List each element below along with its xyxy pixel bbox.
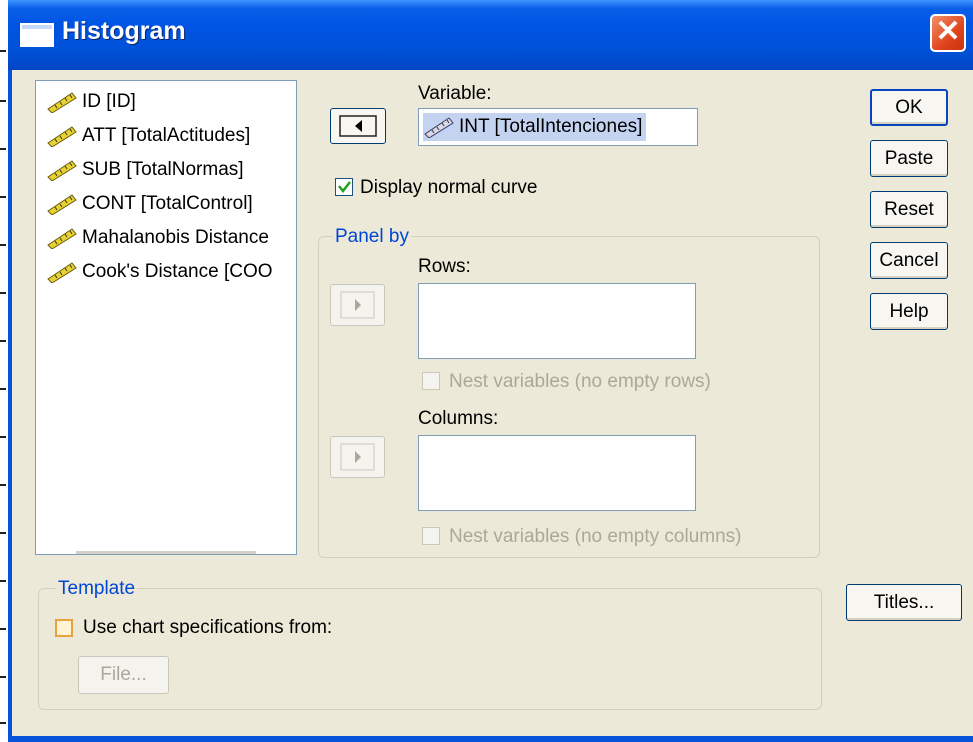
cancel-button[interactable]: Cancel — [870, 242, 948, 279]
columns-field[interactable] — [418, 435, 696, 511]
nest-rows-checkbox[interactable] — [422, 372, 440, 390]
list-item[interactable]: SUB [TotalNormas] — [46, 153, 244, 187]
variable-value: INT [TotalIntenciones] — [459, 116, 643, 137]
right-arrow-icon — [340, 291, 375, 319]
columns-label: Columns: — [418, 408, 499, 429]
use-spec-checkbox[interactable] — [55, 619, 73, 637]
window-frame-bottom — [8, 736, 973, 742]
file-button[interactable]: File... — [78, 656, 169, 694]
source-variable-list[interactable]: ID [ID] ATT [TotalActitudes] SUB [TotalN… — [35, 80, 297, 555]
background-strip — [0, 0, 8, 742]
normal-curve-label: Display normal curve — [360, 177, 538, 198]
list-item-label: ID [ID] — [82, 91, 136, 112]
window-frame-left — [8, 70, 12, 742]
rows-field[interactable] — [418, 283, 696, 359]
titles-button[interactable]: Titles... — [846, 584, 962, 621]
list-item[interactable]: CONT [TotalControl] — [46, 187, 253, 221]
right-arrow-icon — [340, 443, 375, 471]
scale-ruler-icon — [47, 160, 77, 181]
use-spec-label: Use chart specifications from: — [83, 617, 333, 638]
nest-rows-label: Nest variables (no empty rows) — [449, 371, 711, 392]
rows-label: Rows: — [418, 256, 471, 277]
title-bar[interactable]: Histogram ✕ — [8, 0, 973, 70]
list-item-label: Cook's Distance [COO — [82, 261, 273, 282]
close-icon: ✕ — [935, 15, 961, 48]
ok-button[interactable]: OK — [870, 89, 948, 126]
checkmark-icon — [338, 181, 351, 194]
template-legend: Template — [56, 578, 138, 600]
move-columns-button[interactable] — [330, 436, 385, 478]
window-title: Histogram — [62, 17, 186, 45]
scale-ruler-icon — [47, 194, 77, 215]
window-icon — [20, 23, 54, 47]
scale-ruler-icon — [47, 92, 77, 113]
normal-curve-checkbox[interactable] — [335, 178, 353, 196]
left-arrow-icon — [339, 115, 377, 137]
close-button[interactable]: ✕ — [930, 14, 966, 52]
nest-columns-label: Nest variables (no empty columns) — [449, 526, 742, 547]
move-variable-button[interactable] — [330, 108, 386, 144]
scale-ruler-icon — [424, 117, 454, 138]
list-item[interactable]: Cook's Distance [COO — [46, 255, 273, 289]
scale-ruler-icon — [47, 126, 77, 147]
nest-columns-checkbox[interactable] — [422, 527, 440, 545]
move-rows-button[interactable] — [330, 284, 385, 326]
selected-variable[interactable]: INT [TotalIntenciones] — [423, 113, 647, 141]
help-button[interactable]: Help — [870, 293, 948, 330]
panel-by-legend: Panel by — [333, 226, 411, 248]
list-item-label: ATT [TotalActitudes] — [82, 125, 251, 146]
list-item[interactable]: Mahalanobis Distance — [46, 221, 269, 255]
variable-field[interactable]: INT [TotalIntenciones] — [418, 108, 698, 146]
variable-label: Variable: — [418, 83, 492, 104]
histogram-dialog: Histogram ✕ ID [ID] ATT [TotalActitudes]… — [8, 0, 973, 742]
scale-ruler-icon — [47, 228, 77, 249]
list-scrollbar[interactable] — [76, 551, 256, 554]
paste-button[interactable]: Paste — [870, 140, 948, 177]
list-item[interactable]: ID [ID] — [46, 85, 136, 119]
list-item[interactable]: ATT [TotalActitudes] — [46, 119, 250, 153]
list-item-label: CONT [TotalControl] — [82, 193, 253, 214]
list-item-label: Mahalanobis Distance — [82, 227, 269, 248]
reset-button[interactable]: Reset — [870, 191, 948, 228]
list-item-label: SUB [TotalNormas] — [82, 159, 244, 180]
scale-ruler-icon — [47, 262, 77, 283]
